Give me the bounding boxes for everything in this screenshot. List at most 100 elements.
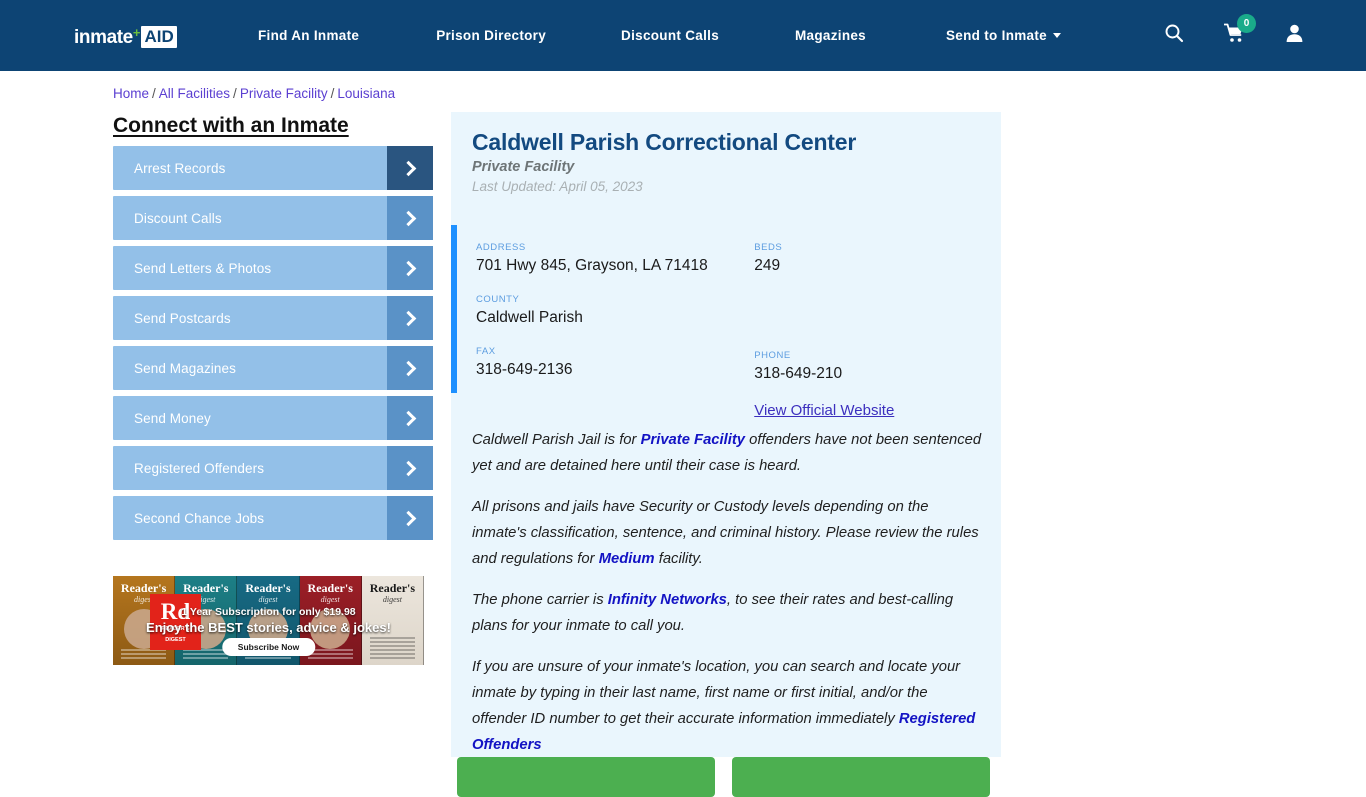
site-header: inmate + AID Find An Inmate Prison Directo…: [0, 0, 1366, 71]
ad-subheadline: Enjoy the BEST stories, advice & jokes!: [146, 620, 391, 635]
sidebar-item-label: Send Magazines: [134, 360, 236, 376]
header-icon-group: 0: [1164, 0, 1304, 71]
logo-text: inmate: [74, 26, 133, 48]
chevron-right-icon: [387, 246, 433, 290]
p2-highlight: Medium: [598, 551, 655, 567]
user-icon[interactable]: [1285, 23, 1304, 48]
ad-cover-subhead: digest: [320, 595, 340, 604]
sidebar-item-arrest-records[interactable]: Arrest Records: [113, 146, 433, 190]
ad-cover-masthead: Reader's: [245, 581, 291, 595]
nav-item-magazines[interactable]: Magazines: [795, 28, 866, 43]
logo-plus-icon: +: [132, 24, 141, 40]
sidebar-item-label: Arrest Records: [134, 160, 226, 176]
sidebar-menu: Arrest Records Discount Calls Send Lette…: [113, 146, 433, 546]
sidebar-item-send-letters-photos[interactable]: Send Letters & Photos: [113, 246, 433, 290]
field-phone: PHONE 318-649-210: [754, 350, 991, 383]
chevron-right-icon: [387, 446, 433, 490]
chevron-down-icon: [1052, 32, 1061, 38]
chevron-right-icon: [387, 146, 433, 190]
ad-cover-subhead: digest: [382, 595, 402, 604]
description-paragraph-3: The phone carrier is Infinity Networks, …: [472, 587, 982, 639]
nav-item-send-to-inmate[interactable]: Send to Inmate: [946, 28, 1061, 43]
search-icon[interactable]: [1164, 23, 1184, 48]
official-website-link[interactable]: View Official Website: [754, 402, 894, 419]
sidebar-item-send-money[interactable]: Send Money: [113, 396, 433, 440]
breadcrumb-separator: /: [152, 86, 156, 101]
accent-bar: [451, 225, 457, 393]
breadcrumb-item-private-facility[interactable]: Private Facility: [240, 86, 328, 101]
field-county: COUNTY Caldwell Parish: [476, 294, 754, 327]
ad-headline: 1 Year Subscription for only $19.98: [181, 606, 356, 618]
description-paragraph-1: Caldwell Parish Jail is for Private Faci…: [472, 427, 982, 479]
chevron-right-icon: [387, 346, 433, 390]
sidebar-item-label: Second Chance Jobs: [134, 510, 265, 526]
p4-part-a: If you are unsure of your inmate's locat…: [472, 659, 961, 727]
advertisement-banner[interactable]: Reader's digest Reader's digest Reader's…: [113, 576, 424, 665]
cart-icon[interactable]: 0: [1223, 14, 1256, 48]
chevron-right-icon: [387, 396, 433, 440]
chevron-right-icon: [387, 196, 433, 240]
sidebar-item-send-magazines[interactable]: Send Magazines: [113, 346, 433, 390]
field-address: ADDRESS 701 Hwy 845, Grayson, LA 71418: [476, 242, 754, 275]
nav-item-prison-directory[interactable]: Prison Directory: [436, 28, 546, 43]
breadcrumb-item-all-facilities[interactable]: All Facilities: [159, 86, 230, 101]
field-value: 701 Hwy 845, Grayson, LA 71418: [476, 257, 708, 274]
ad-cover-subhead: digest: [258, 595, 278, 604]
sidebar-item-send-postcards[interactable]: Send Postcards: [113, 296, 433, 340]
sidebar-title[interactable]: Connect with an Inmate: [113, 114, 349, 138]
sidebar-item-discount-calls[interactable]: Discount Calls: [113, 196, 433, 240]
last-updated-text: Last Updated: April 05, 2023: [472, 179, 643, 194]
sidebar-item-label: Send Money: [134, 410, 211, 426]
field-value: 249: [754, 257, 781, 274]
p3-part-a: The phone carrier is: [472, 592, 608, 608]
field-beds: BEDS 249: [754, 242, 991, 275]
breadcrumb-item-home[interactable]: Home: [113, 86, 149, 101]
facility-description: Caldwell Parish Jail is for Private Faci…: [472, 427, 982, 773]
p3-highlight: Infinity Networks: [607, 592, 727, 608]
chevron-right-icon: [387, 296, 433, 340]
primary-navigation: Find An Inmate Prison Directory Discount…: [258, 0, 1061, 71]
nav-item-find-an-inmate[interactable]: Find An Inmate: [258, 28, 359, 43]
chevron-right-icon: [387, 496, 433, 540]
logo-aid-text: AID: [141, 26, 177, 48]
page-title: Caldwell Parish Correctional Center: [472, 129, 857, 155]
sidebar-item-label: Registered Offenders: [134, 460, 265, 476]
field-value: Caldwell Parish: [476, 309, 583, 326]
site-logo[interactable]: inmate + AID: [74, 25, 177, 49]
field-value: 318-649-2136: [476, 361, 573, 378]
breadcrumb-separator: /: [233, 86, 237, 101]
cta-button-secondary[interactable]: [732, 757, 990, 797]
description-paragraph-4: If you are unsure of your inmate's locat…: [472, 654, 982, 758]
p2-part-c: facility.: [654, 551, 703, 567]
breadcrumb: Home / All Facilities / Private Facility / Lou…: [113, 86, 395, 101]
facility-info-column-right: BEDS 249 PHONE 318-649-210 View Official…: [754, 242, 991, 439]
breadcrumb-item-louisiana[interactable]: Louisiana: [337, 86, 395, 101]
field-label: PHONE: [754, 350, 791, 361]
field-label: BEDS: [754, 242, 783, 253]
ad-cover-lines: [183, 649, 229, 661]
sidebar-item-label: Send Letters & Photos: [134, 260, 272, 276]
facility-info-grid: ADDRESS 701 Hwy 845, Grayson, LA 71418 C…: [476, 242, 991, 439]
p1-highlight: Private Facility: [640, 432, 746, 448]
p2-part-a: All prisons and jails have Security or C…: [472, 499, 979, 567]
ad-cover-masthead: Reader's: [369, 581, 416, 595]
sidebar-item-registered-offenders[interactable]: Registered Offenders: [113, 446, 433, 490]
ad-cover-lines: [307, 649, 353, 661]
field-label: COUNTY: [476, 294, 520, 305]
nav-item-discount-calls[interactable]: Discount Calls: [621, 28, 719, 43]
cta-button-row: [451, 757, 1001, 797]
sidebar-item-label: Send Postcards: [134, 310, 231, 326]
ad-subscribe-button[interactable]: Subscribe Now: [221, 638, 316, 656]
rd-logo-line2: DIGEST: [165, 636, 186, 643]
description-paragraph-2: All prisons and jails have Security or C…: [472, 494, 982, 572]
facility-type: Private Facility: [472, 159, 575, 175]
field-fax: FAX 318-649-2136: [476, 346, 754, 379]
cta-button-primary[interactable]: [457, 757, 715, 797]
p1-part-a: Caldwell Parish Jail is for: [472, 432, 641, 448]
field-value: 318-649-210: [754, 365, 843, 382]
field-label: FAX: [476, 346, 496, 357]
sidebar-item-label: Discount Calls: [134, 210, 222, 226]
sidebar-item-second-chance-jobs[interactable]: Second Chance Jobs: [113, 496, 433, 540]
ad-cover-masthead: Reader's: [307, 581, 353, 595]
ad-cover-lines: [369, 637, 416, 661]
